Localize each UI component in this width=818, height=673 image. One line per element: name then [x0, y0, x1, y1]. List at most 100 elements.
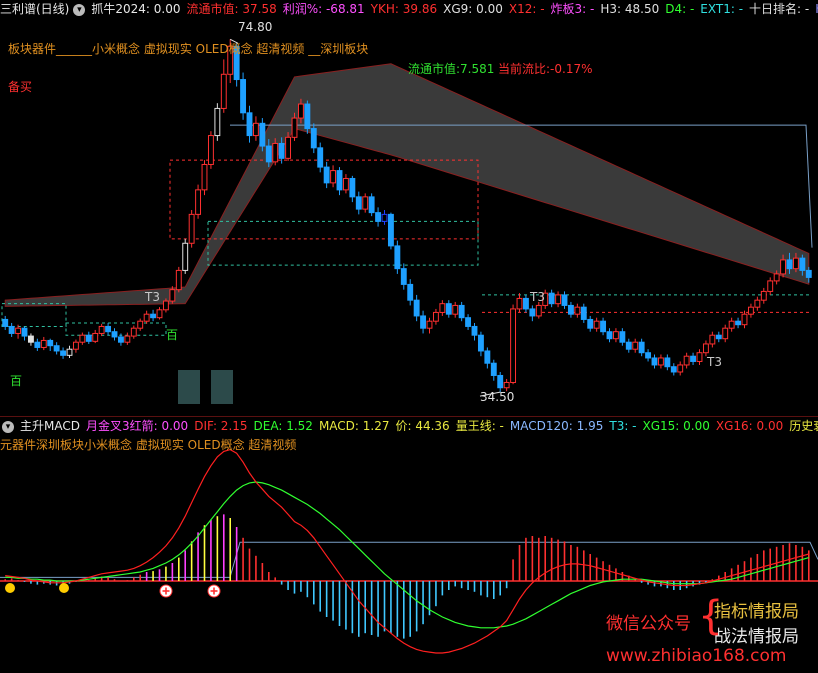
candle-body [600, 320, 607, 333]
candle-body [664, 357, 671, 368]
candle-body [432, 311, 439, 322]
macd-value: T3: - [609, 419, 637, 433]
candle-body [272, 142, 279, 163]
candle-body [420, 315, 427, 329]
candle-body [638, 341, 645, 354]
candle-body [413, 299, 420, 317]
candle-body [375, 212, 382, 222]
candle-body [387, 213, 394, 247]
candle-body [503, 381, 510, 389]
candle-body [490, 362, 497, 376]
stock-title[interactable]: 三利谱(日线) [0, 2, 69, 16]
candle-body [21, 327, 28, 337]
macd-chart[interactable] [0, 434, 818, 673]
indicator-value: D4: - [665, 2, 695, 16]
candle-body [304, 103, 311, 130]
macd120-line [0, 541, 818, 578]
candle-body [510, 308, 517, 383]
candle-body [426, 320, 433, 329]
candle-body [98, 325, 105, 334]
candle-body [162, 300, 169, 311]
macd-values: 月金叉3红箭: 0.00 DIF: 2.15 DEA: 1.52 MACD: 1.27… [86, 419, 818, 433]
indicator-value: 炸板3: - [550, 2, 595, 16]
candle-body [368, 196, 375, 214]
candle-body [355, 196, 362, 210]
candle-body [34, 341, 41, 348]
watermark-url[interactable]: www.zhibiao168.com [606, 646, 786, 666]
candle-body [195, 189, 202, 215]
bai-marker: 百 [10, 374, 23, 388]
candle-body [323, 166, 330, 184]
indicator-value: YKH: 39.86 [370, 2, 438, 16]
candle-body [696, 352, 703, 362]
candle-body [169, 289, 176, 302]
macd-title[interactable]: 主升MACD [20, 419, 80, 433]
candle-body [66, 348, 73, 356]
chevron-down-icon[interactable]: ▾ [73, 3, 86, 16]
candle-body [285, 136, 292, 159]
cloud-band [4, 63, 810, 307]
candle-body [683, 355, 690, 366]
candle-body [182, 242, 189, 271]
macd-value: DIF: 2.15 [194, 419, 248, 433]
candle-body [670, 366, 677, 373]
macd-value: 量王线: - [455, 419, 504, 433]
candle-body [349, 177, 356, 198]
candlestick-chart[interactable] [0, 18, 818, 416]
indicator-value: XG9: 0.00 [443, 2, 503, 16]
candle-body [207, 135, 214, 165]
buy-signal-label: 备买 [8, 80, 33, 94]
bai-marker: 百 [166, 328, 179, 342]
candle-body [40, 339, 47, 348]
candle-body [60, 350, 67, 356]
candle-body [137, 320, 144, 329]
candle-body [156, 309, 163, 319]
candle-body [715, 334, 722, 340]
candle-body [522, 297, 529, 310]
indicator-values: 流通市值: 37.58 利润%: -68.81 YKH: 39.86 XG9: 0.0… [187, 2, 818, 16]
candle-body [259, 122, 266, 147]
candle-body [188, 213, 195, 244]
candle-body [497, 374, 504, 389]
candle-body [278, 142, 285, 159]
candle-body [645, 352, 652, 359]
candle-body [407, 283, 414, 301]
watermark-line1: 指标情报局 [714, 602, 799, 622]
candle-body [728, 320, 735, 329]
candle-body [439, 303, 446, 313]
candle-body [201, 163, 208, 191]
macd-value: DEA: 1.52 [253, 419, 313, 433]
t3-marker: T3 [530, 290, 545, 304]
candle-body [561, 294, 568, 306]
candle-body [2, 318, 9, 327]
candle-body [124, 335, 131, 343]
candle-body [458, 304, 465, 319]
candle-body [786, 259, 793, 270]
candle-body [336, 170, 343, 191]
indicator-value: H3: 48.50 [600, 2, 660, 16]
candle-body [381, 213, 388, 222]
formula-value: : 0.00 [145, 2, 181, 16]
candle-body [567, 304, 574, 315]
indicator-info-bar: 三利谱(日线) ▾ 抓牛2024: 0.00 流通市值: 37.58 利润%: -68.… [0, 0, 818, 18]
candle-body [246, 112, 253, 137]
macd-value: XG15: 0.00 [642, 419, 710, 433]
macd-value: MACD: 1.27 [318, 419, 390, 433]
candle-body [747, 306, 754, 315]
candle-body [805, 269, 812, 278]
high-price-label: 74.80 [238, 20, 273, 34]
candle-body [780, 259, 787, 275]
macd-value: 月金叉3红箭: 0.00 [85, 419, 189, 433]
candle-body [516, 297, 523, 310]
low-price-label: 34.50 [480, 390, 515, 404]
formula-name[interactable]: 抓牛2024 [91, 2, 146, 16]
chevron-down-icon[interactable]: ▾ [2, 420, 14, 433]
candle-body [175, 269, 182, 291]
wechat-label: 微信公众号 [606, 614, 691, 634]
candle-body [150, 313, 157, 319]
candle-body [240, 79, 247, 114]
candle-body [15, 327, 22, 334]
candle-body [471, 325, 478, 336]
candle-body [625, 341, 632, 350]
candle-body [297, 103, 304, 119]
